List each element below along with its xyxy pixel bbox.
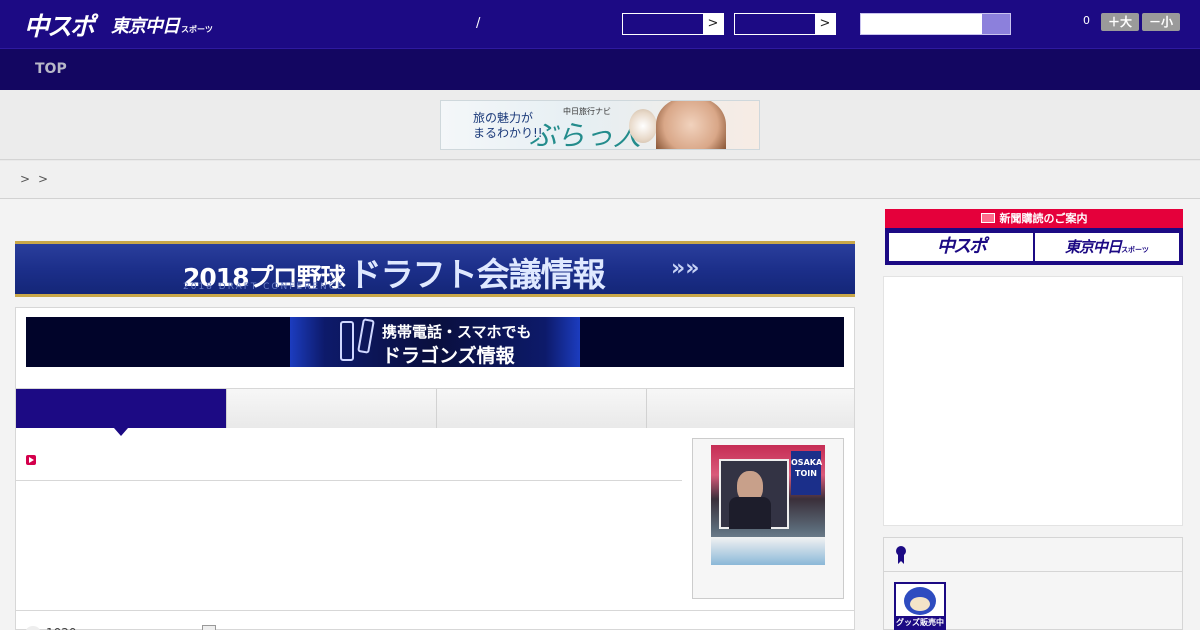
breadcrumb: > > xyxy=(0,161,1200,199)
article-photo: OSAKA TOIN xyxy=(711,445,825,565)
category-select-1[interactable]: > xyxy=(622,13,724,35)
ad-strip: 旅の魅力が まるわかり!! 中日旅行ナビ ぶらっ人 xyxy=(0,90,1200,160)
woman-photo xyxy=(656,101,726,149)
smartphone-icon xyxy=(340,321,354,361)
photo-sign: OSAKA TOIN xyxy=(791,451,822,495)
divider xyxy=(16,480,682,481)
newspaper-icon xyxy=(980,213,995,223)
search-button[interactable] xyxy=(982,14,1010,34)
font-smaller-button[interactable]: －小 xyxy=(1142,13,1180,31)
article-date: 1020 xyxy=(46,626,77,630)
sidebar-ad[interactable] xyxy=(883,276,1183,526)
tokyo-logo-text: 東京中日 xyxy=(111,16,180,37)
play-icon xyxy=(26,455,36,465)
tab-3[interactable] xyxy=(436,389,646,428)
font-size-counter: 0 xyxy=(1083,14,1090,27)
mascot-icon xyxy=(904,587,936,615)
subscribe-chuspo-button[interactable]: 中スポ xyxy=(889,233,1033,261)
mobile-banner-line2: ドラゴンズ情報 xyxy=(382,345,515,367)
subscribe-tokyo-button[interactable]: 東京中日スポーツ xyxy=(1035,233,1179,261)
tab-1[interactable] xyxy=(16,389,226,436)
font-larger-button[interactable]: ＋大 xyxy=(1101,13,1139,31)
tokyo-chunichi-logo[interactable]: 東京中日 スポーツ xyxy=(111,12,213,38)
mobile-dragons-banner[interactable]: 携帯電話・スマホでも ドラゴンズ情報 xyxy=(26,317,844,367)
draft-banner-main: ドラフト会議情報 xyxy=(348,255,606,294)
global-nav: TOP xyxy=(0,48,1200,90)
mobile-banner-center: 携帯電話・スマホでも ドラゴンズ情報 xyxy=(290,317,580,367)
subscribe-tokyo-small: スポーツ xyxy=(1121,246,1149,254)
subscription-header: 新聞購読のご案内 xyxy=(885,209,1183,228)
goods-banner[interactable]: グッズ販売中 xyxy=(894,582,946,630)
breadcrumb-separator: > xyxy=(20,172,31,186)
draft-conference-banner[interactable]: 2018プロ野球 ドラフト会議情報 2018 DRAFT CONFERENCE »… xyxy=(15,241,855,297)
divider xyxy=(884,571,1182,572)
subscription-box: 新聞購読のご案内 中スポ 東京中日スポーツ xyxy=(885,209,1183,265)
category-select-2[interactable]: > xyxy=(734,13,836,35)
travel-ad-brand: ぶらっ人 xyxy=(529,119,642,150)
medal-ribbon xyxy=(898,554,904,564)
calendar-icon xyxy=(202,625,216,630)
mobile-banner-line1: 携帯電話・スマホでも xyxy=(382,323,532,341)
goods-label: グッズ販売中 xyxy=(896,616,944,628)
content-panel: 携帯電話・スマホでも ドラゴンズ情報 OSAKA TOIN 1020 xyxy=(15,307,855,630)
mobile-phone-icon xyxy=(357,318,375,354)
tab-4[interactable] xyxy=(646,389,854,428)
chevron-right-icon: > xyxy=(815,14,835,34)
site-header: 中スポ 東京中日 スポーツ / > > 0 ＋大 －小 xyxy=(0,0,1200,48)
nav-item-top[interactable]: TOP xyxy=(35,61,67,77)
content-tabs xyxy=(16,388,854,436)
tab-2[interactable] xyxy=(226,389,436,428)
subscription-header-text: 新聞購読のご案内 xyxy=(999,212,1088,225)
chevron-right-icon: > xyxy=(703,14,723,34)
article-photo-frame[interactable]: OSAKA TOIN xyxy=(692,438,844,599)
search-input[interactable] xyxy=(860,13,1011,35)
divider xyxy=(16,610,854,611)
travel-ad-banner[interactable]: 旅の魅力が まるわかり!! 中日旅行ナビ ぶらっ人 xyxy=(440,100,760,150)
shell-image xyxy=(629,109,657,143)
draft-banner-subtitle: 2018 DRAFT CONFERENCE xyxy=(183,282,345,292)
photo-stage xyxy=(711,537,825,565)
tokyo-logo-sports: スポーツ xyxy=(181,25,213,34)
photo-person-suit xyxy=(729,497,771,529)
chevron-right-icon: »» xyxy=(671,256,700,281)
subscribe-tokyo-label: 東京中日 xyxy=(1065,238,1122,256)
goods-box: グッズ販売中 xyxy=(883,537,1183,630)
clock-icon xyxy=(26,626,40,630)
chuspo-logo[interactable]: 中スポ xyxy=(24,7,95,43)
header-separator: / xyxy=(476,16,481,31)
medal-icon xyxy=(896,546,906,564)
breadcrumb-separator: > xyxy=(38,172,49,186)
